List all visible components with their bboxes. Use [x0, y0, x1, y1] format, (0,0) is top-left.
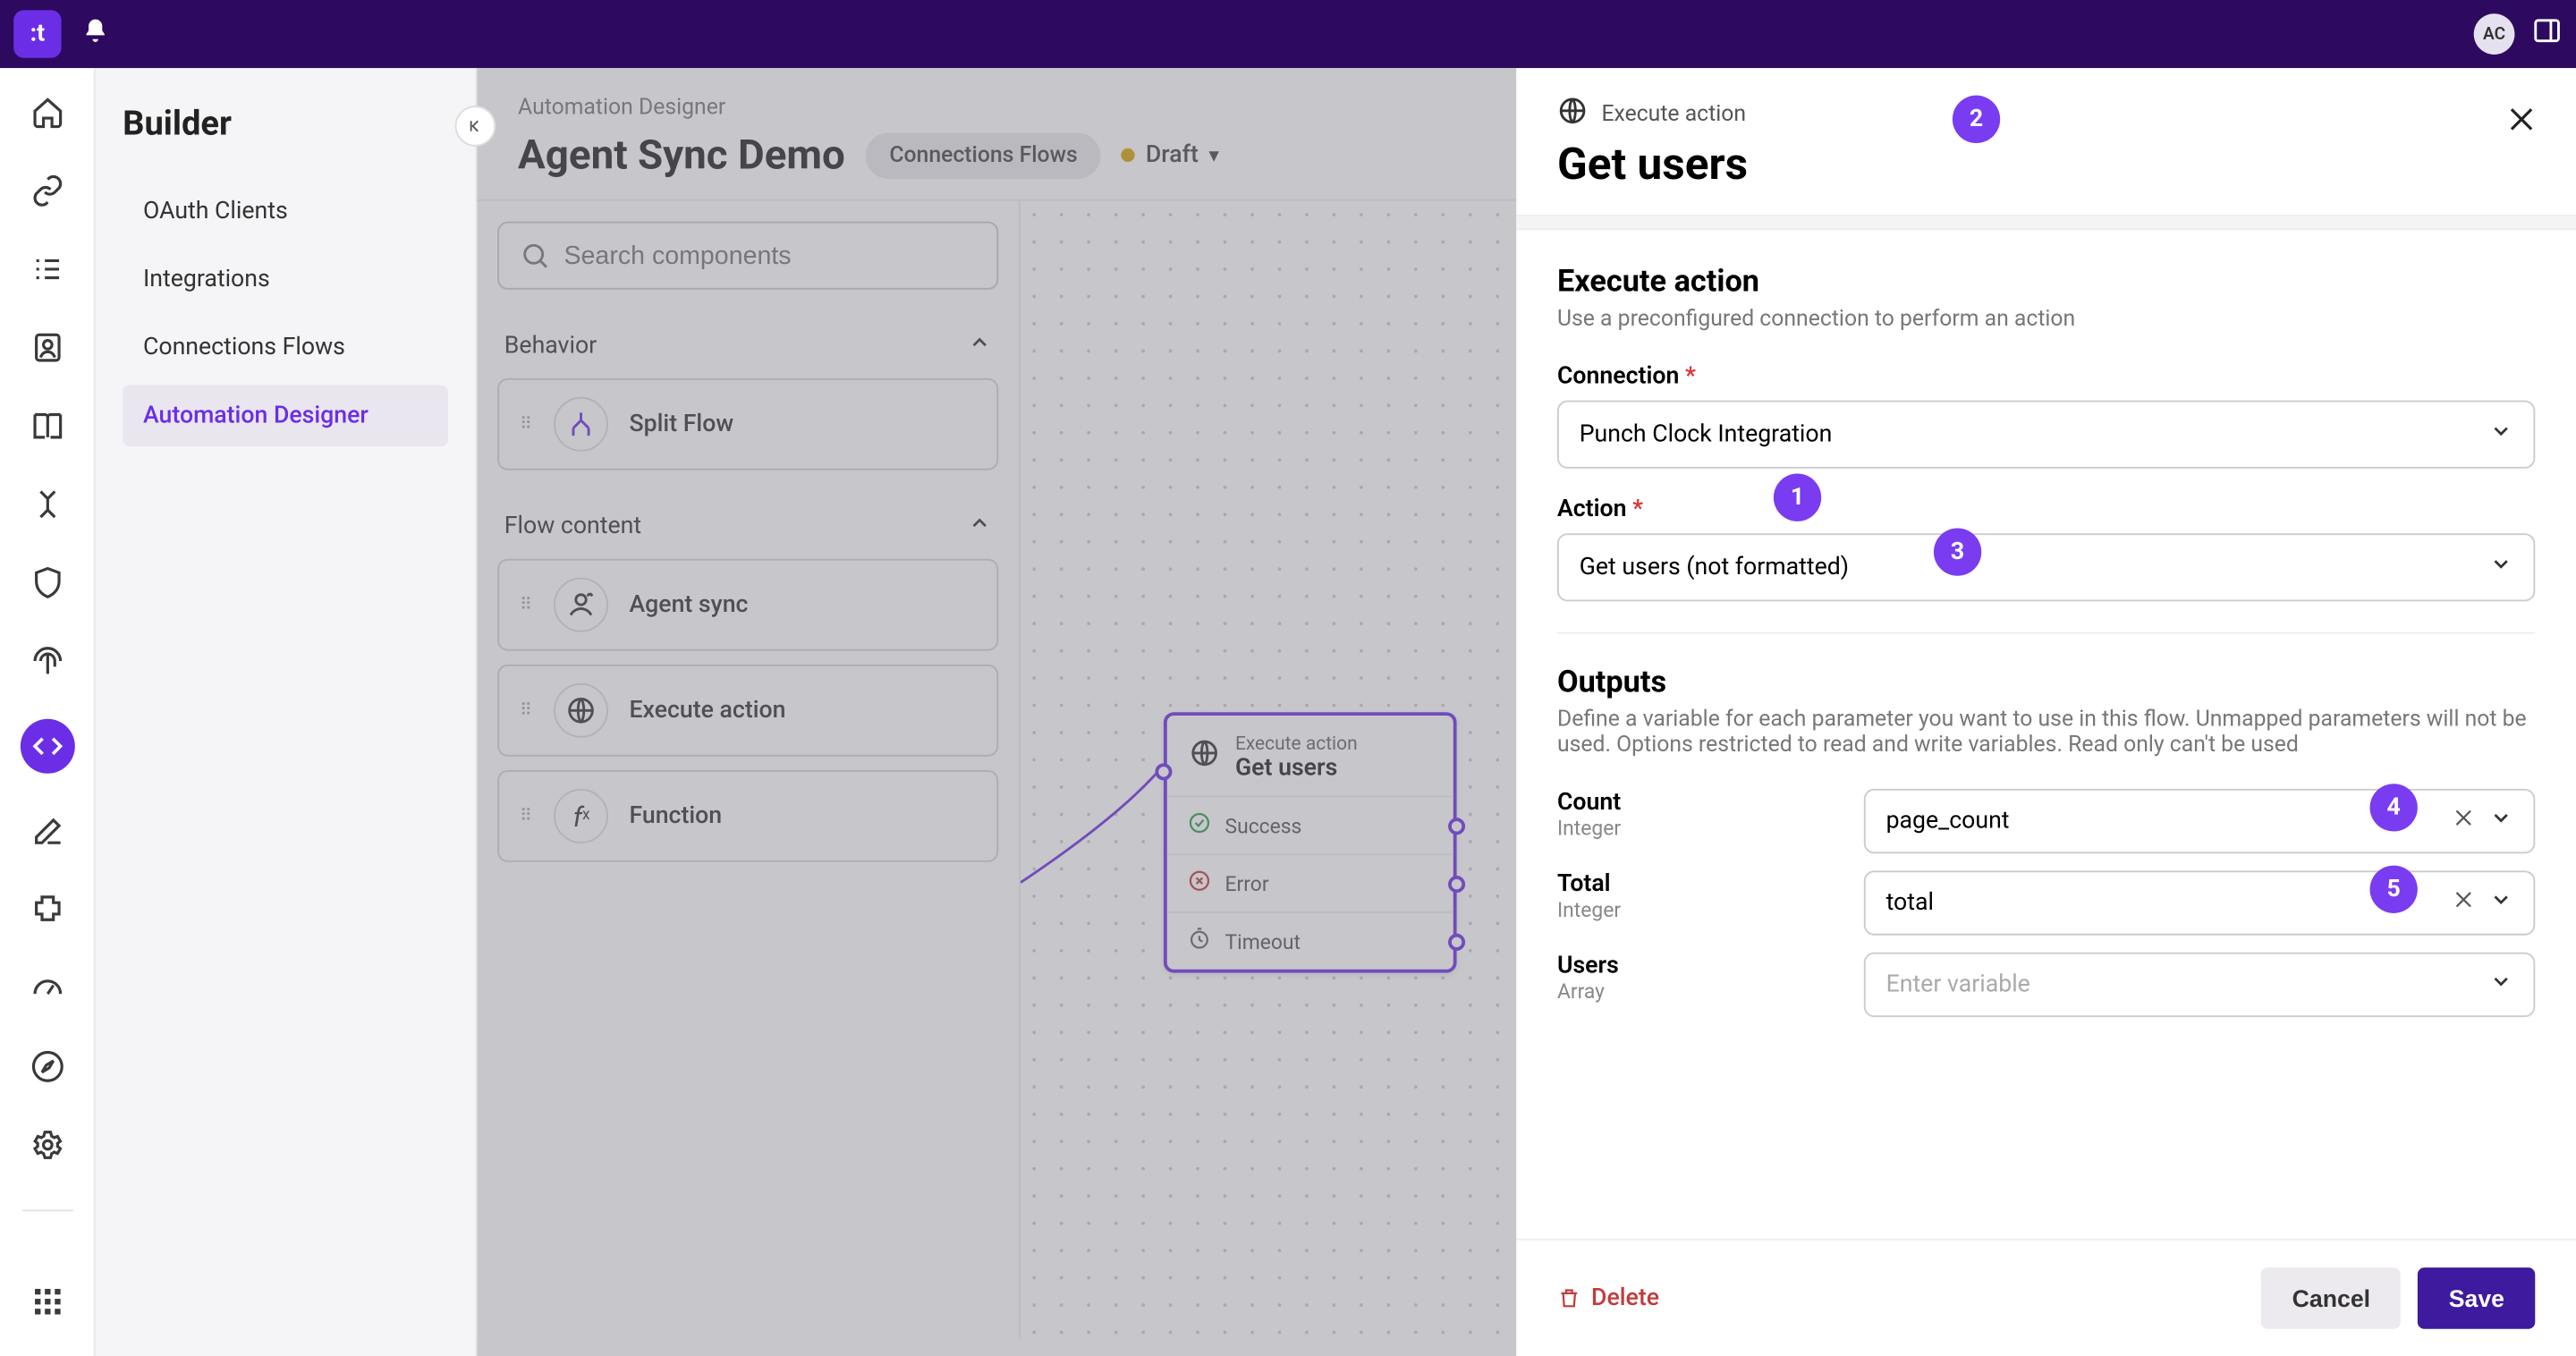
section-desc: Use a preconfigured connection to perfor…	[1557, 307, 2535, 333]
chevron-down-icon[interactable]	[2489, 806, 2513, 836]
cancel-button[interactable]: Cancel	[2261, 1267, 2401, 1329]
delete-label: Delete	[1591, 1284, 1659, 1311]
save-button[interactable]: Save	[2418, 1267, 2535, 1329]
clear-icon[interactable]	[2452, 887, 2476, 918]
sidebar: Builder OAuth Clients Integrations Conne…	[96, 68, 478, 1356]
user-avatar[interactable]: AC	[2474, 13, 2515, 55]
merge-icon[interactable]	[27, 484, 68, 525]
edit-icon[interactable]	[27, 811, 68, 852]
panel-toggle-icon[interactable]	[2531, 14, 2562, 54]
outputs-desc: Define a variable for each parameter you…	[1557, 707, 2535, 758]
tour-marker-1: 1	[1774, 474, 1821, 521]
fingerprint-icon[interactable]	[27, 640, 68, 682]
home-icon[interactable]	[27, 92, 68, 133]
delete-button[interactable]: Delete	[1557, 1284, 1659, 1311]
close-button[interactable]	[2504, 102, 2538, 145]
book-icon[interactable]	[27, 405, 68, 446]
compass-icon[interactable]	[27, 1047, 68, 1088]
panel-title: Get users	[1557, 140, 2535, 191]
nav-rail	[0, 68, 96, 1356]
connection-value: Punch Clock Integration	[1580, 420, 1833, 447]
sidebar-item-automation-designer[interactable]: Automation Designer	[123, 385, 448, 446]
settings-icon[interactable]	[27, 1124, 68, 1165]
output-type: Array	[1557, 979, 1847, 1004]
output-name: Count	[1557, 789, 1847, 816]
tour-marker-5: 5	[2370, 866, 2418, 913]
action-value: Get users (not formatted)	[1580, 554, 1849, 581]
list-icon[interactable]	[27, 249, 68, 290]
link-icon[interactable]	[27, 170, 68, 211]
action-select[interactable]: Get users (not formatted) 3	[1557, 533, 2535, 601]
output-type: Integer	[1557, 816, 1847, 840]
chevron-down-icon	[2489, 420, 2513, 450]
apps-icon[interactable]	[27, 1281, 68, 1322]
app-logo[interactable]: :t	[13, 10, 61, 57]
chevron-down-icon	[2489, 552, 2513, 582]
chevron-down-icon[interactable]	[2489, 970, 2513, 1000]
collapse-sidebar-button[interactable]	[455, 106, 496, 147]
panel-subtitle: Execute action	[1601, 101, 1746, 127]
output-value: total	[1886, 889, 2452, 916]
sidebar-item-oauth[interactable]: OAuth Clients	[123, 181, 448, 242]
output-total-input[interactable]: total 5	[1864, 870, 2535, 935]
sidebar-title: Builder	[123, 102, 448, 143]
clear-icon[interactable]	[2452, 806, 2476, 836]
side-panel: Execute action Get users 2 Execute actio…	[1516, 68, 2576, 1356]
output-placeholder: Enter variable	[1886, 971, 2489, 998]
sidebar-item-integrations[interactable]: Integrations	[123, 249, 448, 310]
chevron-down-icon[interactable]	[2489, 887, 2513, 918]
tour-marker-3: 3	[1934, 528, 1981, 575]
tour-marker-4: 4	[2370, 784, 2418, 831]
output-value: page_count	[1886, 808, 2452, 835]
shield-icon[interactable]	[27, 563, 68, 604]
connection-label: Connection *	[1557, 363, 2535, 390]
output-type: Integer	[1557, 898, 1847, 922]
contacts-icon[interactable]	[27, 327, 68, 369]
output-name: Total	[1557, 870, 1847, 897]
section-title: Execute action	[1557, 264, 2535, 300]
connection-select[interactable]: Punch Clock Integration	[1557, 401, 2535, 469]
gauge-icon[interactable]	[27, 968, 68, 1009]
sidebar-item-connections-flows[interactable]: Connections Flows	[123, 317, 448, 378]
action-label: Action *	[1557, 496, 2535, 522]
topbar: :t AC	[0, 0, 2576, 68]
outputs-title: Outputs	[1557, 665, 2535, 700]
notifications-icon[interactable]	[81, 17, 108, 51]
globe-icon	[1557, 96, 1588, 133]
output-count-input[interactable]: page_count 4	[1864, 789, 2535, 853]
main: Automation Designer Agent Sync Demo Conn…	[477, 68, 2576, 1356]
tour-marker-2: 2	[1953, 96, 2000, 143]
output-name: Users	[1557, 953, 1847, 979]
puzzle-icon[interactable]	[27, 889, 68, 930]
code-icon[interactable]	[20, 719, 74, 774]
output-users-input[interactable]: Enter variable	[1864, 953, 2535, 1017]
